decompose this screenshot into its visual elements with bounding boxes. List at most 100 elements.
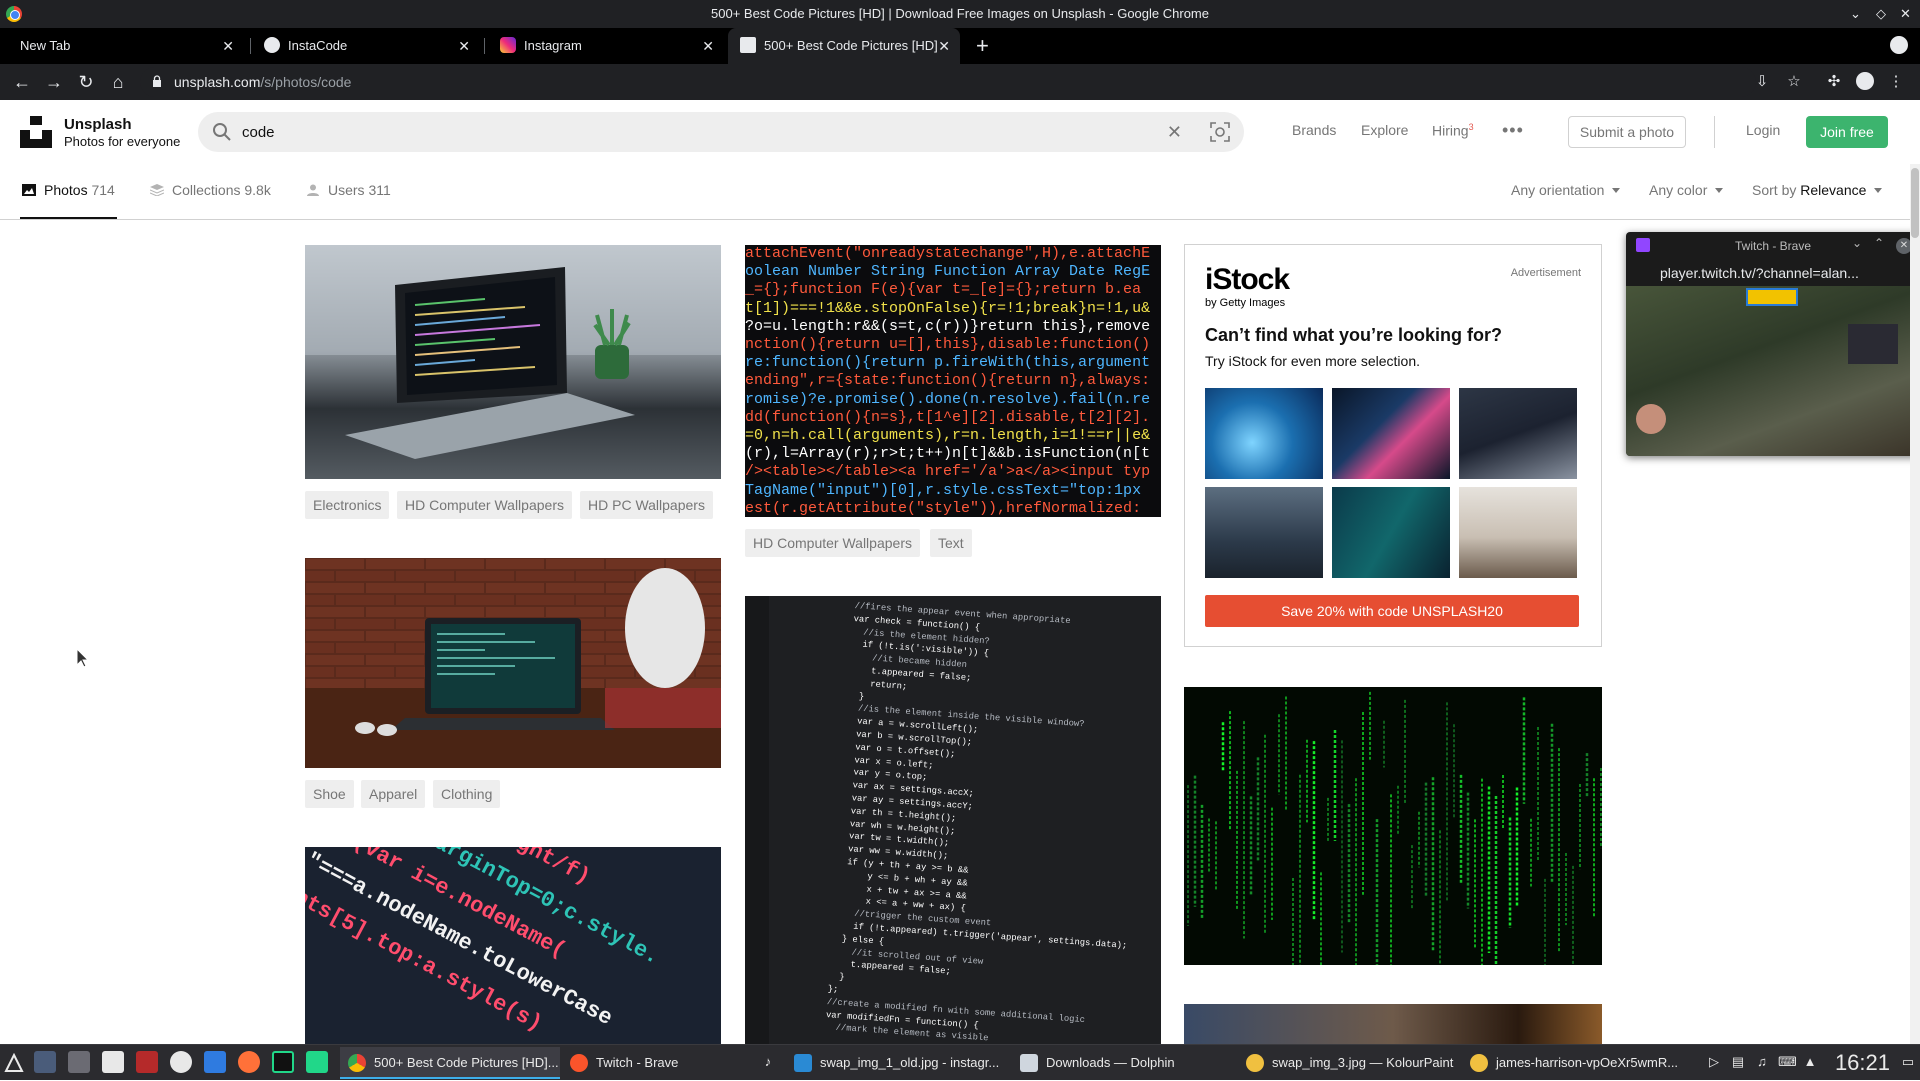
close-tab-icon[interactable]: ✕ bbox=[458, 28, 470, 64]
tab-users[interactable]: Users 311 bbox=[306, 182, 391, 198]
tag-shoe[interactable]: Shoe bbox=[305, 780, 354, 808]
unsplash-logo[interactable] bbox=[20, 116, 52, 148]
volume-icon[interactable]: ♪ bbox=[760, 1054, 776, 1070]
text-editor-icon[interactable] bbox=[102, 1051, 124, 1073]
color-filter[interactable]: Any color bbox=[1649, 182, 1724, 198]
volume-tray-icon[interactable]: ♫ bbox=[1754, 1054, 1770, 1070]
code-line: dd(function(){n=s},t[1^e][2].disable,t[2… bbox=[745, 408, 1151, 426]
photo-code-editor[interactable]: //fires the appear event when appropriat… bbox=[745, 596, 1161, 1044]
submit-photo-button[interactable]: Submit a photo bbox=[1568, 116, 1686, 148]
close-tab-icon[interactable]: ✕ bbox=[938, 28, 950, 64]
nav-explore[interactable]: Explore bbox=[1361, 122, 1408, 138]
new-tab-icon[interactable]: + bbox=[976, 34, 989, 58]
nav-brands[interactable]: Brands bbox=[1292, 122, 1336, 138]
task-vscode[interactable]: swap_img_1_old.jpg - instagr... bbox=[786, 1047, 1008, 1079]
photo-matrix[interactable] bbox=[1184, 687, 1602, 965]
maximize-icon[interactable]: ◇ bbox=[1876, 0, 1886, 28]
ad-thumb-2[interactable] bbox=[1332, 388, 1450, 479]
bookmark-star-icon[interactable]: ☆ bbox=[1784, 72, 1804, 92]
more-options-icon[interactable]: ••• bbox=[1502, 120, 1524, 141]
tab-unsplash[interactable]: 500+ Best Code Pictures [HD] ✕ bbox=[728, 28, 960, 64]
photo-laptop-brick[interactable] bbox=[305, 558, 721, 768]
tag-hd-computer-wallpapers-2[interactable]: HD Computer Wallpapers bbox=[745, 529, 920, 557]
task-twitch-brave[interactable]: Twitch - Brave bbox=[562, 1047, 784, 1079]
tag-text[interactable]: Text bbox=[930, 529, 972, 557]
photo-partial-bottom[interactable] bbox=[1184, 1004, 1602, 1044]
show-desktop-icon[interactable]: ▭ bbox=[1900, 1054, 1916, 1070]
tag-clothing[interactable]: Clothing bbox=[433, 780, 501, 808]
ad-thumb-3[interactable] bbox=[1459, 388, 1577, 479]
search-input[interactable] bbox=[242, 112, 1122, 152]
install-icon[interactable]: ⇩ bbox=[1752, 72, 1772, 92]
page-scrollbar[interactable] bbox=[1910, 164, 1920, 1044]
writer-icon[interactable] bbox=[170, 1051, 192, 1073]
tab-collections[interactable]: Collections 9.8k bbox=[150, 182, 271, 198]
desktop-icon[interactable] bbox=[34, 1051, 56, 1073]
join-free-button[interactable]: Join free bbox=[1806, 116, 1888, 148]
pip-video[interactable] bbox=[1626, 286, 1920, 456]
clock[interactable]: 16:21 bbox=[1835, 1045, 1890, 1081]
ad-thumb-1[interactable] bbox=[1205, 388, 1323, 479]
profile-icon[interactable] bbox=[1856, 72, 1874, 90]
tab-photos[interactable]: Photos 714 bbox=[22, 182, 115, 198]
app-launcher-icon[interactable] bbox=[4, 1052, 24, 1073]
minimize-icon[interactable]: ⌄ bbox=[1850, 0, 1861, 28]
ad-cta-button[interactable]: Save 20% with code UNSPLASH20 bbox=[1205, 595, 1579, 627]
search-bar[interactable]: ✕ bbox=[198, 112, 1244, 152]
code-line: ?o=u.length:r&&(s=t,c(r))}return this},r… bbox=[745, 317, 1151, 335]
tab-instacode[interactable]: InstaCode ✕ bbox=[252, 28, 480, 64]
network-icon[interactable]: ⌨ bbox=[1778, 1054, 1797, 1070]
dictionary-icon[interactable] bbox=[204, 1051, 226, 1073]
close-window-icon[interactable]: ✕ bbox=[1900, 0, 1911, 28]
tag-hd-computer-wallpapers[interactable]: HD Computer Wallpapers bbox=[397, 491, 572, 519]
ide-icon[interactable] bbox=[136, 1051, 158, 1073]
ad-thumb-4[interactable] bbox=[1205, 487, 1323, 578]
nav-hiring[interactable]: Hiring3 bbox=[1432, 122, 1474, 139]
system-settings-icon[interactable] bbox=[68, 1051, 90, 1073]
ad-thumb-6[interactable] bbox=[1459, 487, 1577, 578]
task-kolourpaint-1[interactable]: swap_img_3.jpg — KolourPaint bbox=[1238, 1047, 1460, 1079]
back-icon[interactable]: ← bbox=[10, 70, 34, 94]
media-icon[interactable]: ▷ bbox=[1706, 1054, 1722, 1070]
home-icon[interactable]: ⌂ bbox=[106, 70, 130, 94]
istock-logo[interactable]: iStock bbox=[1205, 263, 1290, 297]
chevron-down-icon bbox=[1874, 188, 1883, 193]
task-kolourpaint-2[interactable]: james-harrison-vpOeXr5wmR... bbox=[1462, 1047, 1684, 1079]
tag-apparel[interactable]: Apparel bbox=[361, 780, 426, 808]
pycharm-icon[interactable] bbox=[306, 1051, 328, 1073]
task-dolphin[interactable]: Downloads — Dolphin bbox=[1012, 1047, 1234, 1079]
pip-expand-icon[interactable]: ⌃ bbox=[1874, 236, 1884, 250]
picture-in-picture-window[interactable]: Twitch - Brave ⌄ ⌃ ✕ player.twitch.tv/?c… bbox=[1626, 232, 1920, 456]
tag-electronics[interactable]: Electronics bbox=[305, 491, 390, 519]
clipboard-icon[interactable]: ▤ bbox=[1730, 1054, 1746, 1070]
close-tab-icon[interactable]: ✕ bbox=[222, 28, 234, 64]
pip-collapse-icon[interactable]: ⌄ bbox=[1852, 236, 1862, 250]
close-tab-icon[interactable]: ✕ bbox=[702, 28, 714, 64]
clear-search-icon[interactable]: ✕ bbox=[1167, 122, 1182, 143]
scrollbar-thumb[interactable] bbox=[1911, 168, 1919, 238]
extensions-icon[interactable]: ✣ bbox=[1824, 72, 1844, 92]
tab-instagram[interactable]: Instagram ✕ bbox=[488, 28, 724, 64]
sort-filter[interactable]: Sort by Relevance bbox=[1752, 182, 1883, 198]
ad-thumb-5[interactable] bbox=[1332, 487, 1450, 578]
orientation-filter[interactable]: Any orientation bbox=[1511, 182, 1621, 198]
photo-code-text[interactable]: attachEvent("onreadystatechange",H),e.at… bbox=[745, 245, 1161, 517]
tray-expand-icon[interactable]: ▲ bbox=[1802, 1054, 1818, 1070]
address-bar[interactable]: unsplash.com/s/photos/code bbox=[140, 67, 1756, 97]
firefox-icon[interactable] bbox=[238, 1051, 260, 1073]
task-chrome[interactable]: 500+ Best Code Pictures [HD]... bbox=[340, 1047, 560, 1079]
tab-new-tab[interactable]: New Tab ✕ bbox=[8, 28, 244, 64]
forward-icon[interactable]: → bbox=[42, 70, 66, 94]
brand-name[interactable]: Unsplash bbox=[64, 116, 132, 133]
webstorm-icon[interactable] bbox=[272, 1051, 294, 1073]
login-link[interactable]: Login bbox=[1746, 122, 1780, 138]
menu-icon[interactable]: ⋮ bbox=[1886, 72, 1906, 92]
visual-search-icon[interactable] bbox=[1210, 122, 1230, 142]
photo-laptop-desk[interactable] bbox=[305, 245, 721, 479]
photo-colorful-code[interactable]: (y)\i(c(o),d=u.right/f) marginTop=c.marg… bbox=[305, 847, 721, 1044]
istock-advertisement[interactable]: iStock by Getty Images Advertisement Can… bbox=[1184, 244, 1602, 647]
tag-hd-pc-wallpapers[interactable]: HD PC Wallpapers bbox=[580, 491, 713, 519]
reload-icon[interactable]: ↻ bbox=[74, 70, 98, 94]
tab-search-icon[interactable] bbox=[1890, 36, 1908, 54]
search-icon[interactable] bbox=[212, 122, 232, 142]
